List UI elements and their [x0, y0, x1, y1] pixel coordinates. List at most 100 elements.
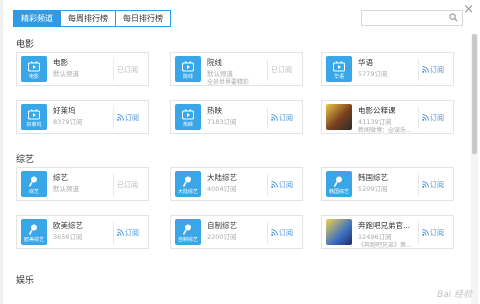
card-divider [113, 59, 114, 81]
subscribed-status: 已订阅 [117, 180, 138, 190]
thumbnail-label: 华语 [333, 74, 344, 80]
channel-card[interactable]: 自制综艺 自制综艺 2200订阅 订阅 [170, 215, 303, 249]
section-title: 电影 [16, 40, 35, 50]
card-divider [113, 222, 114, 244]
channel-name[interactable]: 电影 [53, 57, 68, 68]
rss-icon [422, 229, 429, 236]
channel-card[interactable]: 院线 院线 默认频道 全员世界要精彩 已订阅 [170, 52, 303, 86]
action-label: 订阅 [279, 181, 293, 189]
subscribe-button[interactable]: 订阅 [271, 228, 293, 238]
channel-thumbnail[interactable]: 大陆综艺 [175, 171, 201, 197]
channel-name[interactable]: 好莱坞 [53, 105, 76, 116]
close-icon[interactable]: × [463, 2, 474, 17]
channel-thumbnail[interactable] [326, 104, 352, 130]
scrollbar[interactable] [471, 34, 478, 304]
channel-thumbnail[interactable]: 韩国综艺 [326, 171, 352, 197]
action-label: 订阅 [430, 181, 444, 189]
microphone-icon [333, 176, 342, 187]
subscribe-button[interactable]: 订阅 [422, 180, 444, 190]
search-input[interactable] [362, 16, 446, 31]
thumbnail-label: 综艺 [28, 189, 39, 195]
tab-daily-ranking[interactable]: 每日排行榜 [116, 11, 170, 26]
channel-card[interactable]: 华语 华语 5779订阅 订阅 [321, 52, 454, 86]
channel-description: 新闻微博：@误乐... [358, 127, 412, 134]
action-label: 订阅 [430, 66, 444, 74]
channel-thumbnail[interactable] [326, 219, 352, 245]
subscribe-button[interactable]: 订阅 [271, 180, 293, 190]
card-divider [418, 59, 419, 81]
section-title: 娱乐 [16, 276, 35, 286]
channel-card[interactable]: 奔跑吧兄弟官... 12496订阅 《奔跑吧兄弟》第... 订阅 [321, 215, 454, 249]
channel-thumbnail[interactable]: 综艺 [21, 171, 47, 197]
subscribe-button[interactable]: 订阅 [117, 113, 139, 123]
channel-subscribers: 5209订阅 [358, 185, 388, 193]
subscribe-button[interactable]: 订阅 [422, 65, 444, 75]
channel-card[interactable]: 电影公释课 41139订阅 新闻微博：@误乐... 订阅 [321, 100, 454, 134]
thumbnail-label: 韩国综艺 [328, 189, 349, 195]
action-label: 订阅 [279, 114, 293, 122]
channel-name[interactable]: 自制综艺 [207, 220, 237, 231]
search-icon[interactable] [449, 13, 458, 22]
film-icon [333, 61, 345, 72]
tab-featured-channels[interactable]: 精彩频道 [14, 11, 61, 26]
channel-thumbnail[interactable]: 华语 [326, 56, 352, 82]
channel-thumbnail[interactable]: 好莱坞 [21, 104, 47, 130]
action-label: 订阅 [430, 114, 444, 122]
card-divider [113, 107, 114, 129]
channel-name[interactable]: 欧美综艺 [53, 220, 83, 231]
channel-thumbnail[interactable]: 热映 [175, 104, 201, 130]
subscribe-button[interactable]: 订阅 [271, 113, 293, 123]
channel-card[interactable]: 韩国综艺 韩国综艺 5209订阅 订阅 [321, 167, 454, 201]
channel-subscribers: 默认频道 [53, 70, 79, 78]
tab-weekly-ranking[interactable]: 每周排行榜 [61, 11, 116, 26]
channel-window: × 精彩频道 每周排行榜 每日排行榜 电影 电影 电影 默认频道 已订阅 院线 院线 默认频道… [0, 0, 480, 304]
channel-name[interactable]: 综艺 [53, 172, 68, 183]
channel-name[interactable]: 华语 [358, 57, 373, 68]
channel-thumbnail[interactable]: 欧美综艺 [21, 219, 47, 245]
channel-card[interactable]: 电影 电影 默认频道 已订阅 [16, 52, 149, 86]
channel-name[interactable]: 电影公释课 [358, 105, 396, 116]
subscribe-button[interactable]: 订阅 [422, 228, 444, 238]
rss-icon [422, 181, 429, 188]
channel-name[interactable]: 奔跑吧兄弟官... [358, 220, 410, 231]
channel-thumbnail[interactable]: 院线 [175, 56, 201, 82]
subscribe-button[interactable]: 订阅 [117, 228, 139, 238]
action-label: 已订阅 [117, 181, 138, 189]
channel-card[interactable]: 大陆综艺 大陆综艺 4004订阅 订阅 [170, 167, 303, 201]
action-label: 订阅 [125, 114, 139, 122]
scrollbar-thumb[interactable] [472, 34, 477, 154]
action-label: 已订阅 [117, 66, 138, 74]
channel-card[interactable]: 欧美综艺 欧美综艺 3656订阅 订阅 [16, 215, 149, 249]
channel-name[interactable]: 热映 [207, 105, 222, 116]
channel-thumbnail[interactable]: 电影 [21, 56, 47, 82]
channel-subscribers: 默认频道 [53, 185, 79, 193]
rss-icon [271, 229, 278, 236]
channel-name[interactable]: 院线 [207, 57, 222, 68]
channel-subscribers: 8379订阅 [53, 118, 83, 126]
thumbnail-label: 欧美综艺 [23, 237, 44, 243]
subscribe-button[interactable]: 订阅 [422, 113, 444, 123]
channel-subscribers: 3656订阅 [53, 233, 83, 241]
card-divider [113, 174, 114, 196]
rss-icon [271, 181, 278, 188]
channel-subscribers: 4004订阅 [207, 185, 237, 193]
card-divider [267, 174, 268, 196]
card-divider [418, 174, 419, 196]
watermark: Bai 经验 [436, 290, 472, 300]
card-divider [418, 107, 419, 129]
channel-card[interactable]: 综艺 综艺 默认频道 已订阅 [16, 167, 149, 201]
section-title: 综艺 [16, 155, 35, 165]
thumbnail-label: 热映 [182, 122, 193, 128]
channel-description: 全员世界要精彩 [207, 79, 250, 86]
rss-icon [271, 114, 278, 121]
thumbnail-label: 自制综艺 [177, 237, 198, 243]
channel-card[interactable]: 热映 热映 7183订阅 订阅 [170, 100, 303, 134]
tab-bar: 精彩频道 每周排行榜 每日排行榜 [13, 10, 171, 27]
channel-thumbnail[interactable]: 自制综艺 [175, 219, 201, 245]
channel-name[interactable]: 大陆综艺 [207, 172, 237, 183]
channel-card[interactable]: 好莱坞 好莱坞 8379订阅 订阅 [16, 100, 149, 134]
subscribed-status: 已订阅 [117, 65, 138, 75]
film-icon [28, 61, 40, 72]
thumbnail-label: 院线 [182, 74, 193, 80]
channel-name[interactable]: 韩国综艺 [358, 172, 388, 183]
